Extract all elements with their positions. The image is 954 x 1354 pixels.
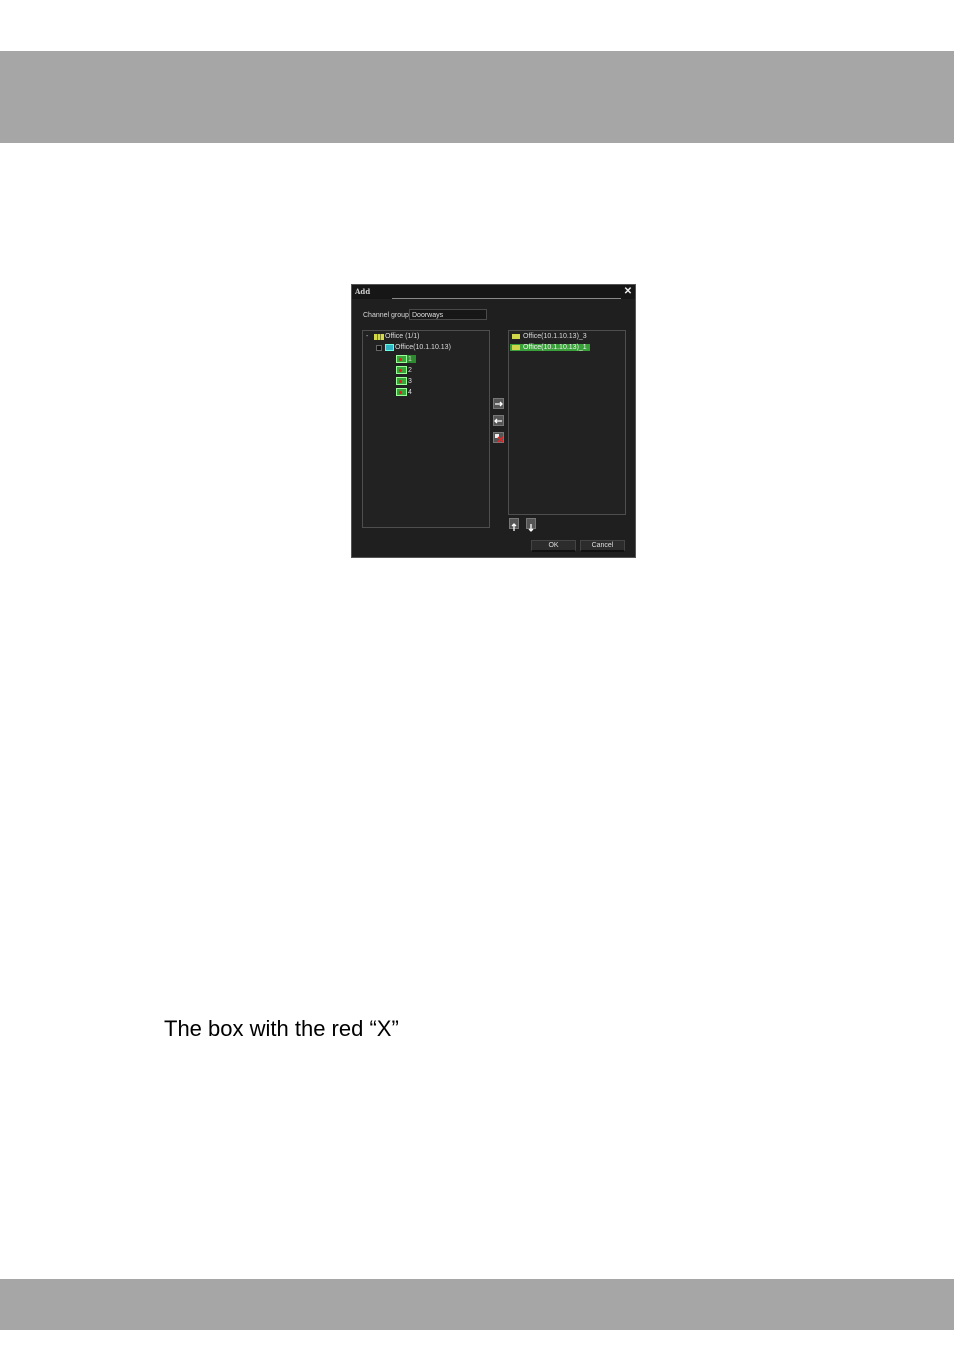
remove-channel-button[interactable] bbox=[493, 415, 504, 426]
channel-group-label: Channel group bbox=[363, 312, 409, 319]
selected-channel-label: Office(10.1.10.13)_1 bbox=[523, 344, 587, 351]
tree-channel-1[interactable]: 1 bbox=[396, 355, 416, 363]
header-band bbox=[0, 51, 954, 143]
tree-channel-3[interactable]: 3 bbox=[396, 377, 412, 385]
cancel-button[interactable]: Cancel bbox=[580, 540, 625, 552]
channel-group-input[interactable]: Doorways bbox=[409, 309, 487, 320]
arrow-up-icon bbox=[511, 523, 517, 531]
tree-channel-4[interactable]: 4 bbox=[396, 388, 412, 396]
move-up-button[interactable] bbox=[509, 518, 519, 531]
add-dialog: Add ✕ Channel group Doorways - Office (1… bbox=[351, 284, 636, 558]
selected-channel-item[interactable]: Office(10.1.10.13)_1 bbox=[510, 344, 590, 351]
selected-channel-item[interactable]: Office(10.1.10.13)_3 bbox=[510, 333, 590, 340]
network-icon bbox=[374, 333, 384, 340]
clear-channels-button[interactable] bbox=[493, 432, 504, 443]
channel-label: 3 bbox=[408, 377, 412, 385]
collapse-box-icon[interactable] bbox=[376, 344, 382, 351]
camera-icon bbox=[396, 377, 407, 385]
tree-root-label: Office (1/1) bbox=[385, 333, 420, 340]
title-divider bbox=[392, 298, 621, 299]
tree-root-node[interactable]: - Office (1/1) bbox=[366, 333, 420, 340]
add-channel-button[interactable] bbox=[493, 398, 504, 409]
selected-channels-panel[interactable]: Office(10.1.10.13)_3 Office(10.1.10.13)_… bbox=[508, 330, 626, 515]
selected-channel-label: Office(10.1.10.13)_3 bbox=[523, 333, 587, 340]
channel-label: 4 bbox=[408, 388, 412, 396]
close-icon[interactable]: ✕ bbox=[623, 286, 633, 297]
camera-icon bbox=[396, 388, 407, 396]
tree-channel-2[interactable]: 2 bbox=[396, 366, 412, 374]
device-tree-panel[interactable]: - Office (1/1) Office(10.1.10.13) 1 2 3 … bbox=[362, 330, 490, 528]
monitor-icon bbox=[385, 344, 394, 351]
footer-band bbox=[0, 1279, 954, 1330]
move-down-button[interactable] bbox=[526, 518, 536, 532]
arrow-left-icon bbox=[494, 418, 502, 424]
dialog-titlebar: Add ✕ bbox=[352, 285, 635, 299]
tree-device-node[interactable]: Office(10.1.10.13) bbox=[376, 344, 451, 351]
dialog-title: Add bbox=[355, 287, 371, 296]
clear-x-icon bbox=[495, 434, 504, 443]
camera-icon bbox=[396, 355, 407, 363]
arrow-right-icon bbox=[495, 401, 503, 407]
camera-icon bbox=[396, 366, 407, 374]
tree-device-label: Office(10.1.10.13) bbox=[395, 344, 451, 351]
caption-text: The box with the red “X” bbox=[164, 1016, 399, 1041]
channel-icon bbox=[512, 334, 520, 339]
arrow-down-icon bbox=[528, 524, 534, 532]
ok-button[interactable]: OK bbox=[531, 540, 576, 552]
collapse-icon[interactable]: - bbox=[366, 333, 371, 340]
channel-label: 1 bbox=[408, 355, 412, 363]
channel-icon bbox=[512, 345, 520, 350]
channel-label: 2 bbox=[408, 366, 412, 374]
